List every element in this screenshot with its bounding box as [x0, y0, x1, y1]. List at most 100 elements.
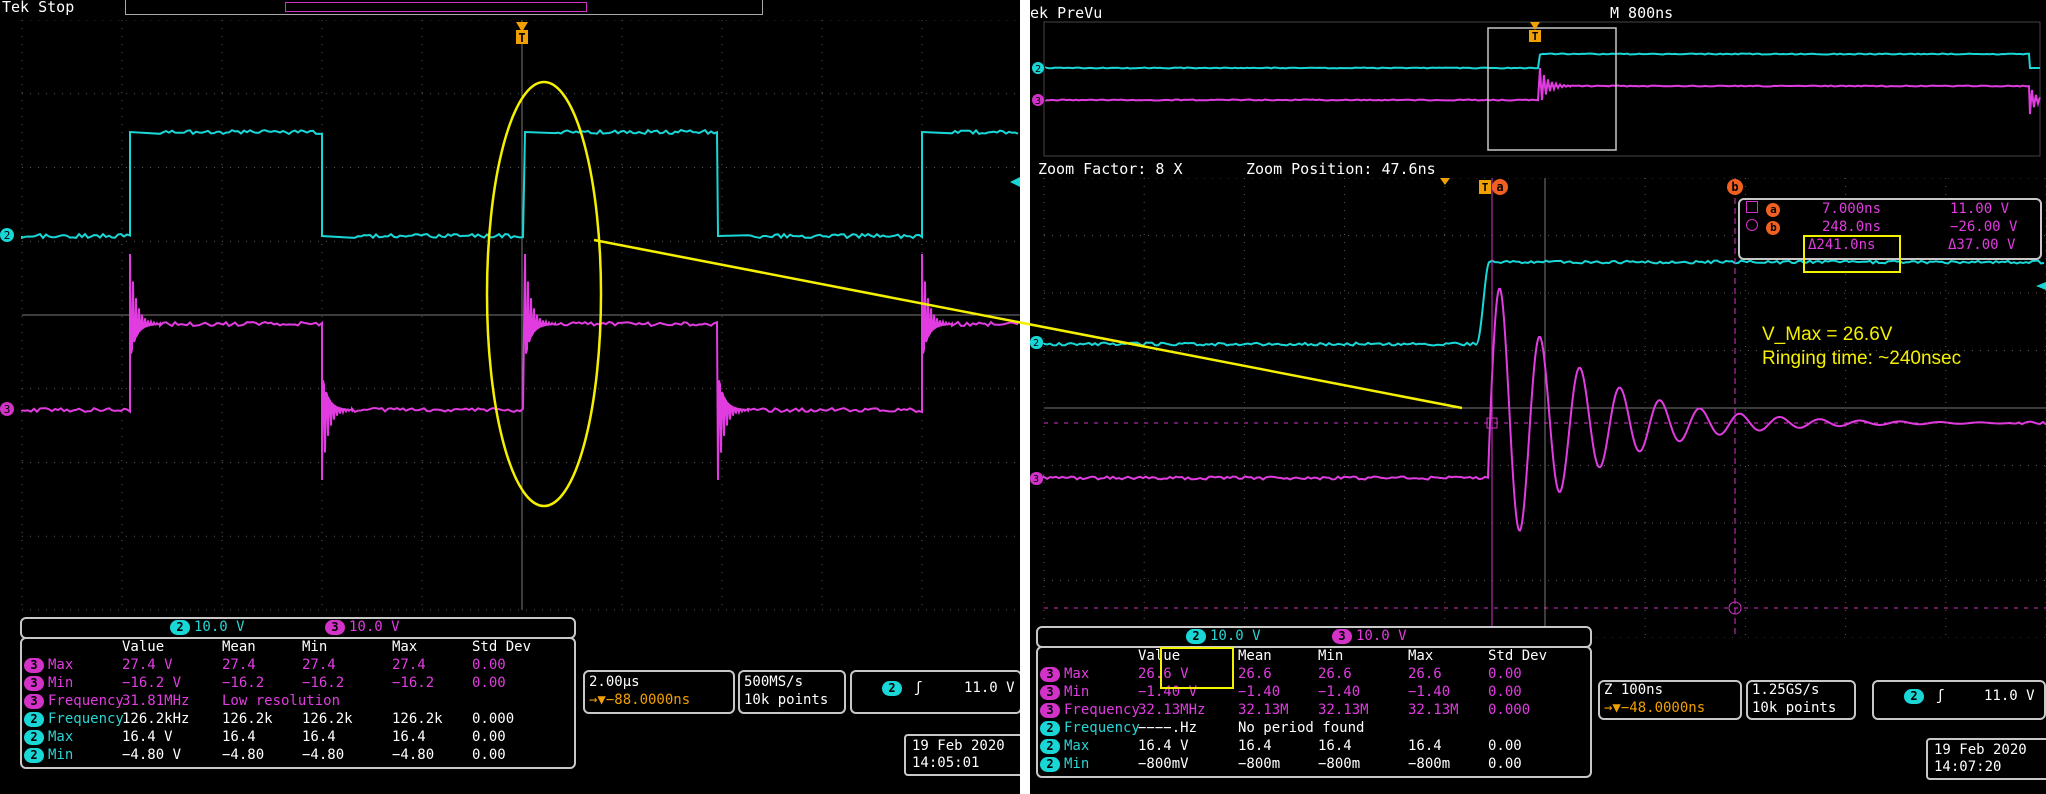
meas-cell: −16.2 — [302, 675, 344, 691]
meas-cell: −800m — [1318, 756, 1360, 772]
svg-text:T: T — [1532, 30, 1539, 43]
left-channel-scale-bar: 2 10.0 V 3 10.0 V — [20, 617, 576, 639]
left-ch3-marker: 3 — [0, 402, 14, 416]
meas-header: Value — [122, 639, 164, 655]
meas-cell: 0.00 — [1488, 756, 1522, 772]
meas-cell: 16.4 — [1238, 738, 1272, 754]
meas-cell: 16.4 V — [1138, 738, 1189, 754]
meas-cell: 16.4 — [1318, 738, 1352, 754]
left-graticule — [22, 20, 1020, 610]
svg-text:a: a — [1496, 180, 1503, 194]
meas-cell: 26.6 — [1408, 666, 1442, 682]
meas-cell: 26.6 — [1318, 666, 1352, 682]
meas-header: Mean — [222, 639, 256, 655]
meas-row-label[interactable]: 2 Min — [1040, 756, 1089, 772]
meas-header: Max — [392, 639, 417, 655]
ringing-highlight-ellipse — [487, 82, 601, 506]
zoom-trigger-level-arrow — [2036, 282, 2046, 290]
svg-text:3: 3 — [4, 403, 11, 416]
meas-cell: 31.81MHz — [122, 693, 189, 709]
meas-row-label[interactable]: 3 Max — [24, 657, 73, 673]
meas-cell: 27.4 — [302, 657, 336, 673]
meas-row-label[interactable]: 2 Max — [24, 729, 73, 745]
preview-trigger-marker: T — [1529, 22, 1541, 43]
meas-cell: −800m — [1408, 756, 1450, 772]
right-timebase-readout[interactable]: Z 100ns →▼−48.0000ns — [1598, 680, 1742, 720]
meas-cell: 32.13M — [1408, 702, 1459, 718]
vmax-value-highlight — [1160, 647, 1234, 689]
svg-text:2: 2 — [1033, 338, 1039, 349]
meas-cell: −16.2 — [392, 675, 434, 691]
meas-cell: −4.80 V — [122, 747, 181, 763]
meas-cell: 16.4 V — [122, 729, 173, 745]
zoom-position-label: Zoom Position: 47.6ns — [1246, 160, 1436, 178]
meas-cell: −−−−.Hz — [1138, 720, 1197, 736]
right-channel-scale-bar: 2 10.0 V 3 10.0 V — [1036, 626, 1592, 648]
left-datetime: 19 Feb 2020 14:05:01 — [904, 734, 1020, 776]
meas-row-label[interactable]: 2 Frequency — [1040, 720, 1140, 736]
svg-text:T: T — [1482, 181, 1489, 194]
meas-row-label[interactable]: 3 Min — [24, 675, 73, 691]
meas-cell: 32.13M — [1318, 702, 1369, 718]
vmax-annotation: V_Max = 26.6V — [1762, 324, 1892, 346]
meas-row-label[interactable]: 2 Frequency — [24, 711, 124, 727]
meas-header: Std Dev — [1488, 648, 1547, 664]
right-acquisition-readout[interactable]: 1.25GS/s 10k points — [1746, 680, 1856, 720]
cursor-b-marker: b — [1727, 179, 1743, 195]
meas-cell: 0.00 — [472, 657, 506, 673]
svg-text:3: 3 — [1035, 96, 1041, 107]
meas-header: Min — [302, 639, 327, 655]
svg-text:2: 2 — [1035, 64, 1041, 75]
ringing-time-annotation: Ringing time: ~240nsec — [1762, 348, 1961, 370]
meas-cell: 0.000 — [1488, 702, 1530, 718]
left-timebase-readout[interactable]: 2.00µs →▼−88.0000ns — [583, 670, 735, 714]
meas-cell: −1.40 — [1238, 684, 1280, 700]
meas-row-label[interactable]: 2 Min — [24, 747, 73, 763]
meas-header: Std Dev — [472, 639, 531, 655]
right-measurements-panel: Value Mean Min Max Std Dev 3 Max 26.6 V 26.6 26.6… — [1036, 646, 1592, 778]
left-trigger-level-arrow — [1010, 177, 1020, 187]
meas-cell: 126.2k — [392, 711, 443, 727]
cursor-a-time: 7.000ns — [1822, 201, 1881, 217]
right-scope-screen: ek PreVu M 800ns T 2 3 Zoom Factor: 8 X … — [1030, 0, 2046, 794]
meas-cell: 27.4 V — [122, 657, 173, 673]
left-trigger-label: T — [518, 31, 525, 45]
meas-cell: 0.00 — [472, 675, 506, 691]
meas-row-label[interactable]: 2 Max — [1040, 738, 1089, 754]
left-trigger-marker: T — [516, 22, 528, 45]
preview-ch2-marker: 2 — [1032, 62, 1044, 75]
zoom-ch3-marker: 3 — [1030, 472, 1043, 485]
cursor-b-time: 248.0ns — [1822, 219, 1881, 235]
meas-row-label[interactable]: 3 Max — [1040, 666, 1089, 682]
meas-cell: 16.4 — [1408, 738, 1442, 754]
left-trigger-readout[interactable]: 2ʃ 11.0 V — [850, 670, 1020, 714]
meas-cell: −4.80 — [302, 747, 344, 763]
meas-header: Max — [1408, 648, 1433, 664]
cursor-a-volt: 11.00 V — [1950, 201, 2009, 217]
meas-cell: 16.4 — [222, 729, 256, 745]
meas-row-label[interactable]: 3 Frequency — [1040, 702, 1140, 718]
meas-cell: Low resolution — [222, 693, 340, 709]
right-trigger-readout[interactable]: 2ʃ 11.0 V — [1872, 680, 2046, 720]
meas-row-label[interactable]: 3 Min — [1040, 684, 1089, 700]
left-scope-screen: Tek Stop T 2 3 2 10.0 V 3 10.0 V Value Mean… — [0, 0, 1020, 794]
meas-cell: 16.4 — [392, 729, 426, 745]
left-title: Tek Stop — [2, 0, 74, 16]
left-acquisition-readout[interactable]: 500MS/s 10k points — [738, 670, 846, 714]
meas-cell: −800m — [1238, 756, 1280, 772]
zoom-window-box — [1488, 28, 1616, 150]
svg-text:2: 2 — [4, 229, 11, 242]
meas-cell: 0.00 — [1488, 738, 1522, 754]
meas-cell: −800mV — [1138, 756, 1189, 772]
meas-cell: −4.80 — [222, 747, 264, 763]
right-preview-display: T 2 3 — [1030, 20, 2046, 160]
meas-cell: 0.000 — [472, 711, 514, 727]
cursor-b-volt: −26.00 V — [1950, 219, 2017, 235]
preview-ch3-marker: 3 — [1032, 94, 1044, 107]
svg-text:b: b — [1731, 180, 1738, 194]
meas-cell: 0.00 — [1488, 666, 1522, 682]
meas-row-label[interactable]: 3 Frequency — [24, 693, 124, 709]
delta-volt: Δ37.00 V — [1948, 237, 2015, 253]
zoom-ch2-marker: 2 — [1030, 336, 1043, 349]
meas-cell: 126.2kHz — [122, 711, 189, 727]
